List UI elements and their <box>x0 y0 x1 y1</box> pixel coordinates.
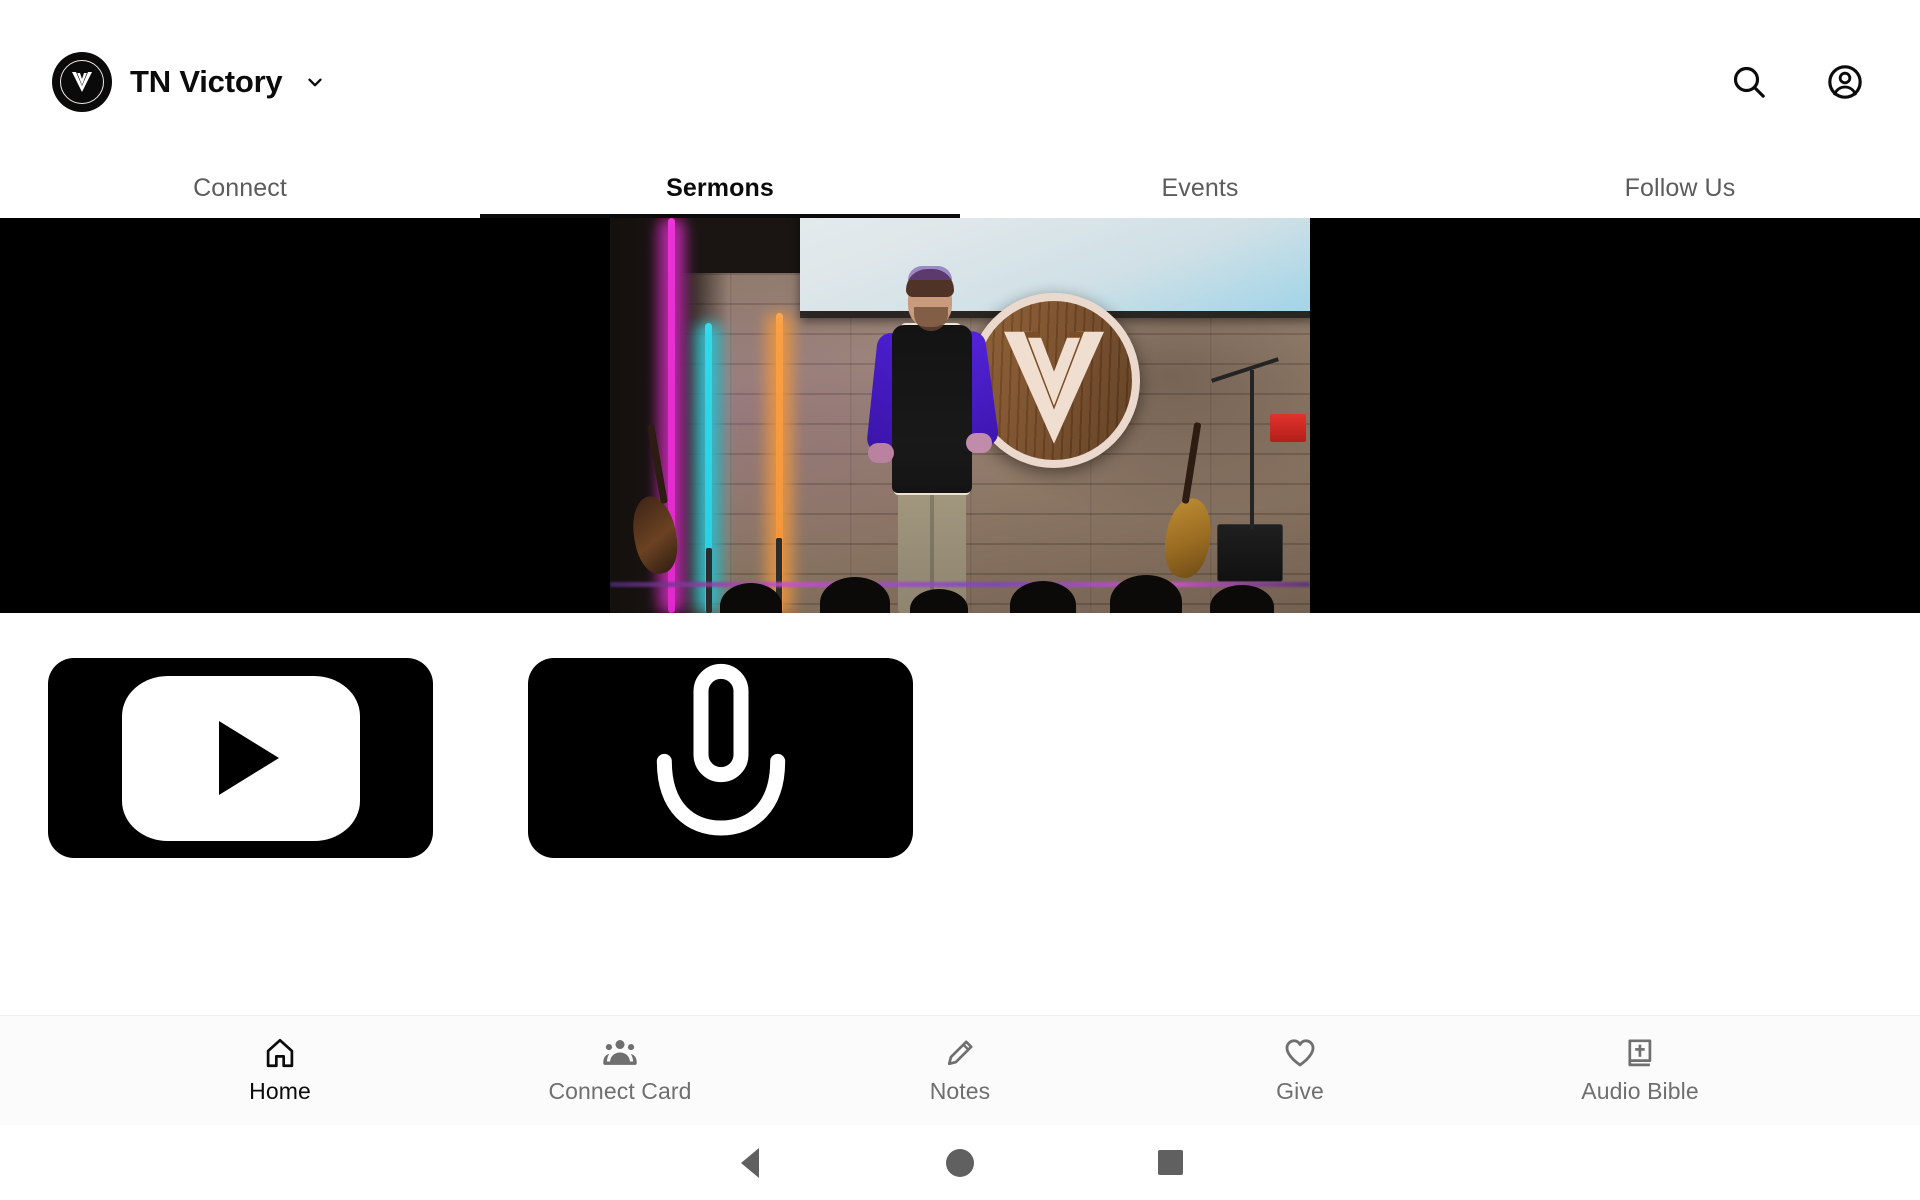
nav-item-home[interactable]: Home <box>110 1036 450 1105</box>
nav-item-notes[interactable]: Notes <box>790 1036 1130 1105</box>
nav-item-home-label: Home <box>249 1078 311 1104</box>
nav-item-audio-bible-label: Audio Bible <box>1581 1078 1699 1104</box>
tab-follow-us-label: Follow Us <box>1624 174 1736 202</box>
mic-stand <box>1250 370 1254 530</box>
chevron-down-icon[interactable] <box>304 71 326 93</box>
microphone-icon <box>656 663 785 836</box>
square-recents-icon <box>1157 1150 1183 1175</box>
tab-connect-label: Connect <box>193 174 287 202</box>
tab-events[interactable]: Events <box>960 163 1440 218</box>
nav-item-notes-label: Notes <box>929 1078 991 1104</box>
podcast-card[interactable] <box>528 658 913 858</box>
brand-name: TN Victory <box>130 63 283 99</box>
section-tabs: Connect Sermons Events Follow Us <box>0 163 1920 218</box>
pencil-icon <box>943 1036 977 1070</box>
nav-item-give-label: Give <box>1276 1078 1324 1104</box>
android-system-navigation-bar <box>0 1125 1920 1200</box>
app-root: TN Victory Connect Sermons Events Follow… <box>0 0 1920 1200</box>
system-home-button[interactable] <box>855 1148 1065 1177</box>
stage-red-equipment <box>1270 414 1306 442</box>
account-circle-icon[interactable] <box>1822 59 1868 105</box>
system-recents-button[interactable] <box>1065 1150 1275 1175</box>
victory-chevron-logo-icon <box>52 51 112 112</box>
home-icon <box>263 1036 297 1070</box>
circle-home-icon <box>946 1148 974 1177</box>
bottom-navigation: Home Connect Card Notes Give Audio Bible <box>0 1015 1920 1125</box>
youtube-card[interactable] <box>48 658 433 858</box>
appbar-actions <box>1726 59 1868 105</box>
tab-sermons[interactable]: Sermons <box>480 163 960 218</box>
triangle-back-icon <box>741 1147 759 1178</box>
system-back-button[interactable] <box>645 1147 855 1178</box>
search-icon[interactable] <box>1726 59 1772 105</box>
people-group-icon <box>602 1036 638 1070</box>
bible-book-cross-icon <box>1623 1036 1657 1070</box>
nav-item-connect-card-label: Connect Card <box>548 1078 692 1104</box>
tab-follow-us[interactable]: Follow Us <box>1440 163 1920 218</box>
nav-item-give[interactable]: Give <box>1130 1036 1470 1105</box>
tab-connect[interactable]: Connect <box>0 163 480 218</box>
heart-outline-icon <box>1282 1036 1318 1070</box>
tab-sermons-label: Sermons <box>666 174 774 202</box>
tab-events-label: Events <box>1161 174 1239 202</box>
video-frame <box>610 218 1310 613</box>
sermon-video-player[interactable] <box>0 218 1920 613</box>
speaker-figure <box>865 266 1000 613</box>
app-bar: TN Victory <box>0 0 1920 163</box>
brand-selector[interactable]: TN Victory <box>52 51 326 112</box>
nav-item-connect-card[interactable]: Connect Card <box>450 1036 790 1105</box>
nav-item-audio-bible[interactable]: Audio Bible <box>1470 1036 1810 1105</box>
audience-silhouettes <box>610 563 1310 613</box>
youtube-play-icon <box>121 675 360 841</box>
